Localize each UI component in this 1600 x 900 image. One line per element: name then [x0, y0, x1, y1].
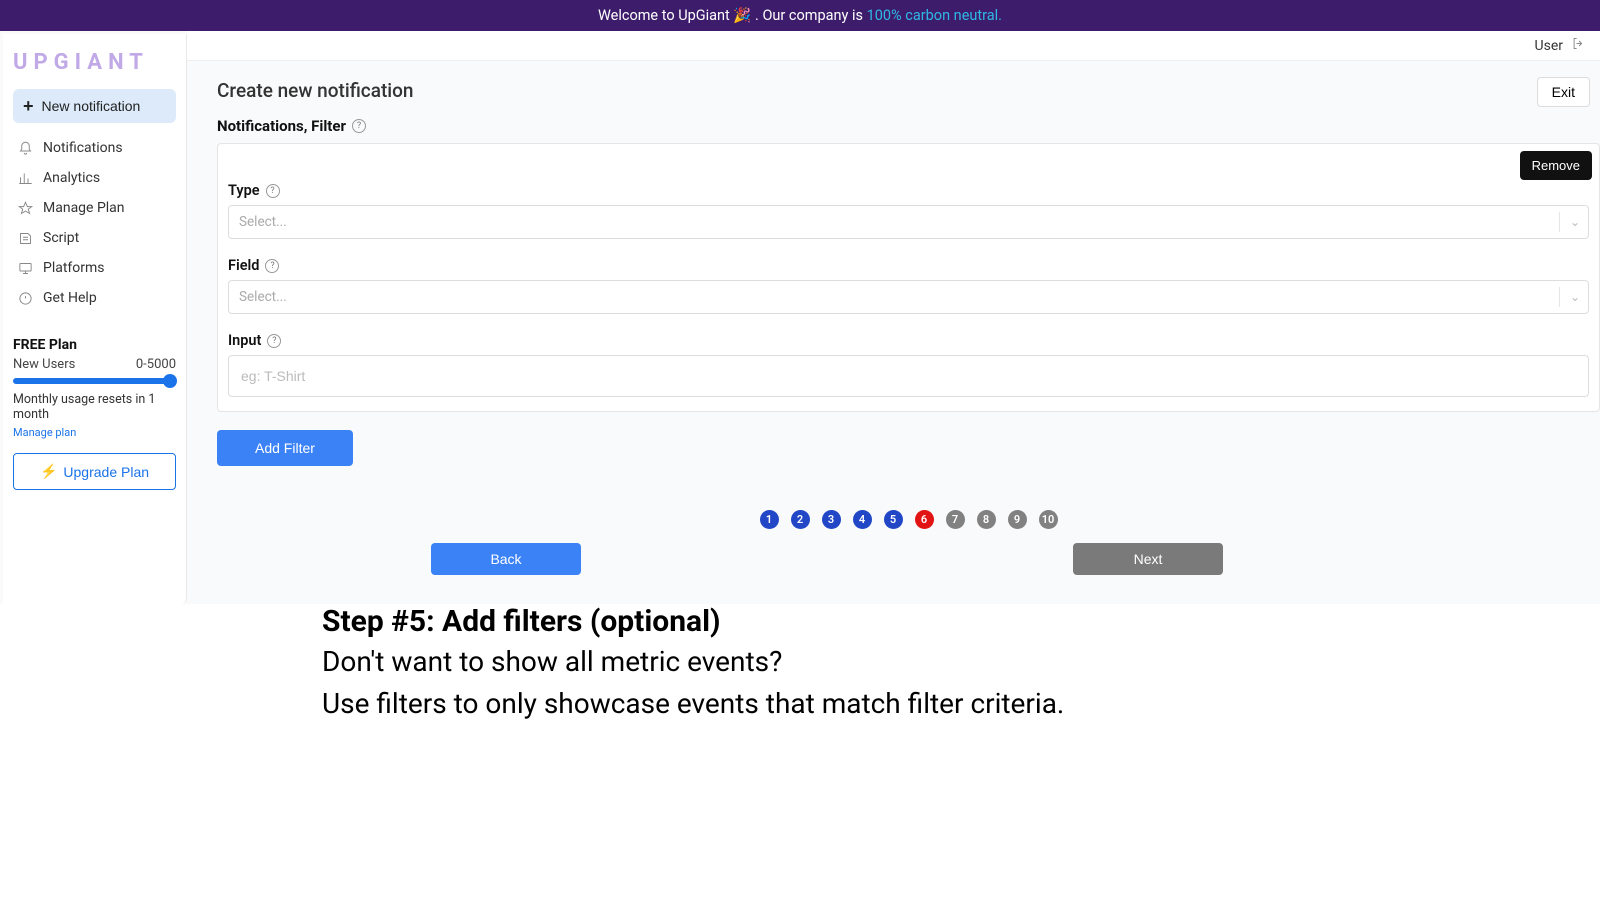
- sidebar-item-label: Notifications: [43, 140, 123, 156]
- step-dot-8[interactable]: 8: [977, 510, 996, 529]
- back-button[interactable]: Back: [431, 543, 581, 575]
- sidebar: UPGIANT + New notification Notifications…: [3, 34, 187, 604]
- caption-line-2: Use filters to only showcase events that…: [322, 685, 1422, 723]
- new-notification-button[interactable]: + New notification: [13, 89, 176, 123]
- user-label: User: [1535, 38, 1563, 54]
- field-label: Field ?: [228, 257, 1589, 274]
- help-circle-icon[interactable]: ?: [266, 184, 280, 198]
- banner-text: Welcome to UpGiant 🎉 . Our company is: [598, 7, 867, 24]
- bell-icon: [17, 140, 33, 156]
- step-dot-4[interactable]: 4: [853, 510, 872, 529]
- tutorial-caption: Step #5: Add filters (optional) Don't wa…: [322, 604, 1422, 723]
- caption-optional: (optional): [582, 604, 720, 639]
- plan-usage-slider[interactable]: [13, 378, 176, 384]
- slider-knob[interactable]: [163, 374, 177, 388]
- step-dot-1[interactable]: 1: [760, 510, 779, 529]
- help-circle-icon[interactable]: ?: [267, 334, 281, 348]
- step-dot-3[interactable]: 3: [822, 510, 841, 529]
- step-dot-10[interactable]: 10: [1039, 510, 1058, 529]
- sidebar-item-script[interactable]: Script: [13, 223, 176, 253]
- next-button[interactable]: Next: [1073, 543, 1223, 575]
- select-placeholder: Select...: [239, 289, 287, 305]
- step-dot-6[interactable]: 6: [915, 510, 934, 529]
- bolt-icon: ⚡: [40, 463, 57, 480]
- main-area: User Create new notification Exit Notifi…: [187, 31, 1600, 604]
- sidebar-item-label: Get Help: [43, 290, 97, 306]
- sidebar-item-label: Analytics: [43, 170, 100, 186]
- plan-range: 0-5000: [136, 357, 176, 372]
- remove-filter-button[interactable]: Remove: [1520, 151, 1592, 180]
- step-dot-5[interactable]: 5: [884, 510, 903, 529]
- upgrade-label: Upgrade Plan: [63, 464, 149, 480]
- plus-icon: +: [23, 97, 34, 115]
- sidebar-item-manage-plan[interactable]: Manage Plan: [13, 193, 176, 223]
- page-title: Create new notification: [217, 79, 414, 102]
- help-circle-icon[interactable]: ?: [352, 119, 366, 133]
- logout-icon[interactable]: [1571, 36, 1586, 55]
- chevron-down-icon: ⌄: [1570, 290, 1580, 304]
- input-label: Input ?: [228, 332, 1589, 349]
- chart-icon: [17, 170, 33, 186]
- topbar: User: [187, 31, 1600, 61]
- sidebar-item-get-help[interactable]: Get Help: [13, 283, 176, 313]
- type-select[interactable]: Select... ⌄: [228, 205, 1589, 239]
- section-label: Notifications, Filter ?: [217, 117, 1600, 135]
- sidebar-item-analytics[interactable]: Analytics: [13, 163, 176, 193]
- filter-card: Remove Type ? Select... ⌄ Field: [217, 143, 1600, 412]
- help-icon: [17, 290, 33, 306]
- upgrade-plan-button[interactable]: ⚡ Upgrade Plan: [13, 453, 176, 490]
- carbon-neutral-link[interactable]: 100% carbon neutral.: [867, 7, 1002, 24]
- brand-logo: UPGIANT: [3, 46, 186, 89]
- welcome-banner: Welcome to UpGiant 🎉 . Our company is 10…: [0, 0, 1600, 31]
- step-dot-9[interactable]: 9: [1008, 510, 1027, 529]
- manage-plan-link[interactable]: Manage plan: [13, 426, 176, 439]
- platforms-icon: [17, 260, 33, 276]
- caption-line-1: Don't want to show all metric events?: [322, 643, 1422, 681]
- plan-metric: New Users: [13, 357, 75, 372]
- sidebar-item-platforms[interactable]: Platforms: [13, 253, 176, 283]
- sidebar-item-notifications[interactable]: Notifications: [13, 133, 176, 163]
- sidebar-item-label: Script: [43, 230, 79, 246]
- new-notification-label: New notification: [42, 98, 141, 114]
- sidebar-item-label: Manage Plan: [43, 200, 125, 216]
- select-separator: [1559, 287, 1560, 307]
- help-circle-icon[interactable]: ?: [265, 259, 279, 273]
- select-separator: [1559, 212, 1560, 232]
- star-icon: [17, 200, 33, 216]
- script-icon: [17, 230, 33, 246]
- plan-title: FREE Plan: [13, 337, 176, 353]
- add-filter-button[interactable]: Add Filter: [217, 430, 353, 466]
- caption-step-title: Step #5: Add filters: [322, 604, 582, 639]
- sidebar-item-label: Platforms: [43, 260, 105, 276]
- chevron-down-icon: ⌄: [1570, 215, 1580, 229]
- field-select[interactable]: Select... ⌄: [228, 280, 1589, 314]
- step-dot-7[interactable]: 7: [946, 510, 965, 529]
- step-indicator: 123456789 10: [217, 510, 1600, 529]
- type-label: Type ?: [228, 182, 1589, 199]
- plan-summary: FREE Plan New Users 0-5000 Monthly usage…: [13, 337, 176, 439]
- plan-reset-note: Monthly usage resets in 1 month: [13, 392, 176, 422]
- exit-button[interactable]: Exit: [1537, 77, 1590, 107]
- filter-input[interactable]: [228, 355, 1589, 397]
- step-dot-2[interactable]: 2: [791, 510, 810, 529]
- select-placeholder: Select...: [239, 214, 287, 230]
